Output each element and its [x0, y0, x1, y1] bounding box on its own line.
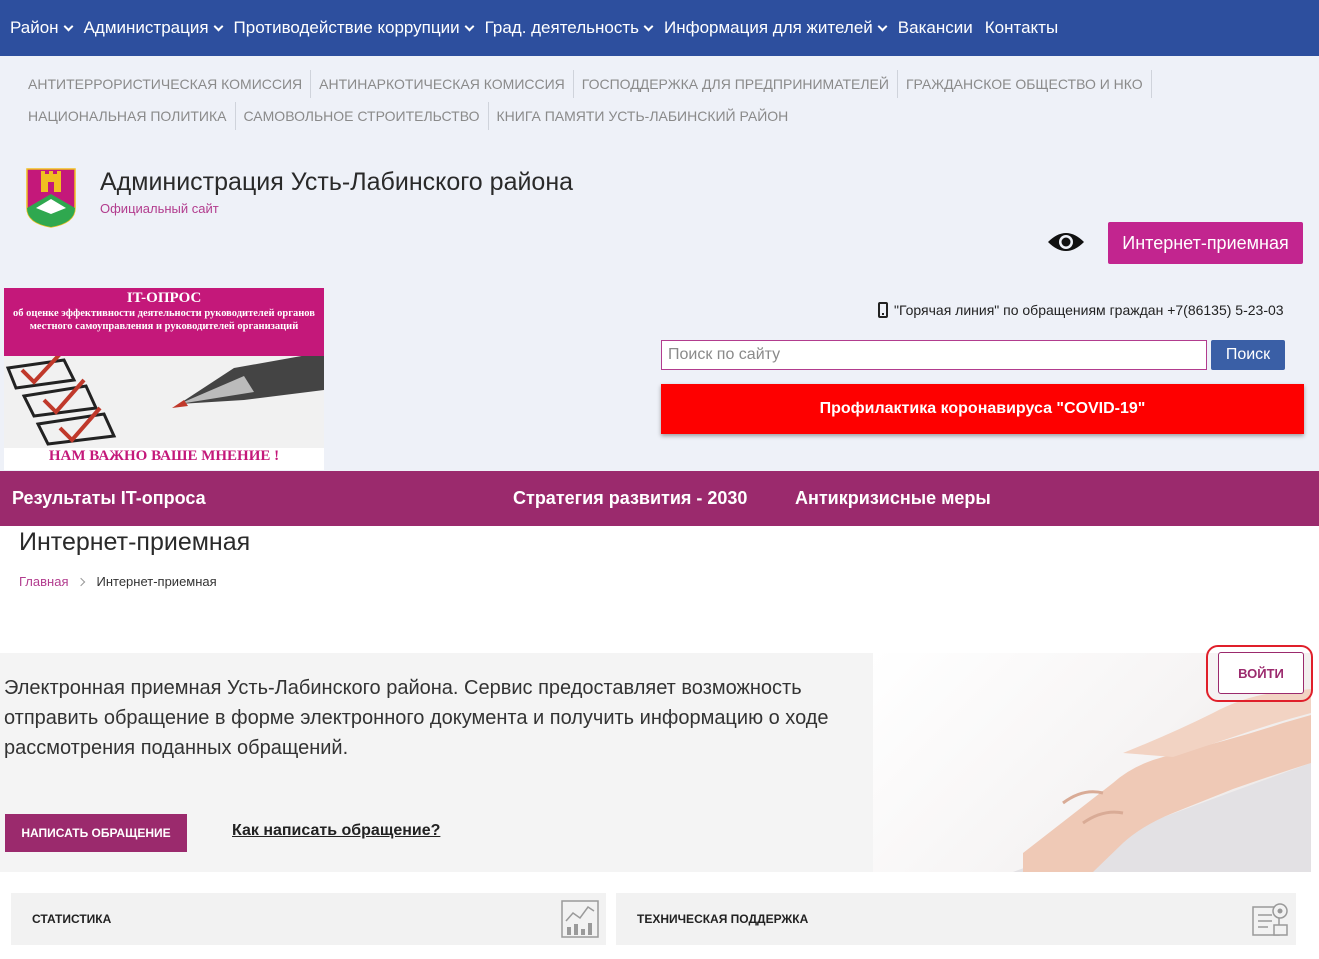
login-button[interactable]: ВОЙТИ: [1218, 652, 1304, 694]
hotline: "Горячая линия" по обращениям граждан +7…: [878, 302, 1284, 318]
chevron-right-icon: [77, 577, 86, 586]
checklist-illustration: [4, 356, 324, 448]
nav-item-anticorruption[interactable]: Противодействие коррупции: [233, 18, 475, 38]
nav-item-administration[interactable]: Администрация: [83, 18, 223, 38]
link-development-strategy[interactable]: Стратегия развития - 2030: [513, 471, 747, 526]
phone-icon: [878, 302, 888, 318]
site-title[interactable]: Администрация Усть-Лабинского района: [100, 168, 573, 197]
statistics-card-label: СТАТИСТИКА: [32, 912, 112, 926]
secondary-navigation: АНТИТЕРРОРИСТИЧЕСКАЯ КОМИССИЯ АНТИНАРКОТ…: [20, 70, 1310, 130]
breadcrumb-home[interactable]: Главная: [19, 574, 68, 589]
chevron-down-icon: [63, 21, 74, 31]
eye-icon[interactable]: [1046, 228, 1086, 256]
site-header: АНТИТЕРРОРИСТИЧЕСКАЯ КОМИССИЯ АНТИНАРКОТ…: [0, 56, 1319, 471]
chevron-down-icon: [213, 21, 223, 31]
subnav-item-antidrug[interactable]: АНТИНАРКОТИЧЕСКАЯ КОМИССИЯ: [311, 70, 574, 98]
tech-support-card-label: ТЕХНИЧЕСКАЯ ПОДДЕРЖКА: [637, 912, 809, 926]
covid-prevention-button[interactable]: Профилактика коронавируса "COVID-19": [661, 384, 1304, 434]
nav-item-vacancies[interactable]: Вакансии: [898, 18, 973, 38]
nav-item-label: Район: [10, 18, 59, 37]
hotline-text: "Горячая линия" по обращениям граждан +7…: [894, 302, 1284, 318]
breadcrumb: Главная Интернет-приемная: [19, 574, 217, 589]
top-navigation: Район Администрация Противодействие корр…: [0, 0, 1319, 56]
nav-item-label: Контакты: [984, 18, 1059, 37]
statistics-card[interactable]: СТАТИСТИКА: [11, 893, 606, 945]
quick-links-bar: Результаты IT-опроса Стратегия развития …: [0, 471, 1319, 526]
how-to-write-link[interactable]: Как написать обращение?: [232, 822, 440, 840]
tech-support-card[interactable]: ТЕХНИЧЕСКАЯ ПОДДЕРЖКА: [616, 893, 1296, 945]
tech-support-icon: [1252, 903, 1288, 936]
search-input[interactable]: [661, 340, 1207, 370]
chevron-down-icon: [877, 21, 888, 31]
subnav-item-illegal-construction[interactable]: САМОВОЛЬНОЕ СТРОИТЕЛЬСТВО: [236, 102, 489, 130]
nav-item-residents-info[interactable]: Информация для жителей: [663, 18, 888, 38]
nav-item-label: Администрация: [83, 18, 209, 37]
banner-description: об оценке эффективности деятельности рук…: [13, 308, 315, 332]
nav-item-label: Противодействие коррупции: [233, 18, 460, 37]
link-anticrisis-measures[interactable]: Антикризисные меры: [795, 471, 991, 526]
reception-description: Электронная приемная Усть-Лабинского рай…: [4, 677, 829, 759]
chevron-down-icon: [464, 21, 475, 31]
it-survey-banner[interactable]: IT-ОПРОС об оценке эффективности деятель…: [4, 288, 324, 470]
subnav-item-memory-book[interactable]: КНИГА ПАМЯТИ УСТЬ-ЛАБИНСКИЙ РАЙОН: [489, 102, 797, 130]
subnav-item-national-policy[interactable]: НАЦИОНАЛЬНАЯ ПОЛИТИКА: [20, 102, 236, 130]
link-it-survey-results[interactable]: Результаты IT-опроса: [12, 471, 206, 526]
subnav-item-antiterror[interactable]: АНТИТЕРРОРИСТИЧЕСКАЯ КОМИССИЯ: [20, 70, 312, 98]
nav-item-label: Информация для жителей: [663, 18, 873, 37]
site-subtitle: Официальный сайт: [100, 201, 219, 216]
subnav-item-business-support[interactable]: ГОСПОДДЕРЖКА ДЛЯ ПРЕДПРИНИМАТЕЛЕЙ: [574, 70, 898, 98]
banner-header: IT-ОПРОС об оценке эффективности деятель…: [4, 288, 324, 356]
search-button[interactable]: Поиск: [1211, 340, 1285, 370]
reception-info-panel: Электронная приемная Усть-Лабинского рай…: [0, 653, 873, 872]
banner-footer: НАМ ВАЖНО ВАШЕ МНЕНИЕ !: [48, 448, 280, 464]
write-appeal-button[interactable]: НАПИСАТЬ ОБРАЩЕНИЕ: [5, 814, 187, 852]
coat-of-arms-logo[interactable]: [26, 168, 76, 228]
banner-title: IT-ОПРОС: [126, 290, 202, 306]
statistics-chart-icon: [561, 900, 599, 938]
nav-item-district[interactable]: Район: [10, 18, 74, 38]
page-title: Интернет-приемная: [19, 528, 251, 556]
internet-reception-button[interactable]: Интернет-приемная: [1108, 222, 1303, 264]
nav-item-label: Град. деятельность: [484, 18, 639, 37]
chevron-down-icon: [643, 21, 654, 31]
breadcrumb-current: Интернет-приемная: [96, 574, 217, 589]
nav-item-label: Вакансии: [897, 18, 973, 37]
nav-item-urban-planning[interactable]: Град. деятельность: [484, 18, 654, 38]
subnav-item-civil-society[interactable]: ГРАЖДАНСКОЕ ОБЩЕСТВО И НКО: [898, 70, 1152, 98]
nav-item-contacts[interactable]: Контакты: [985, 18, 1058, 38]
